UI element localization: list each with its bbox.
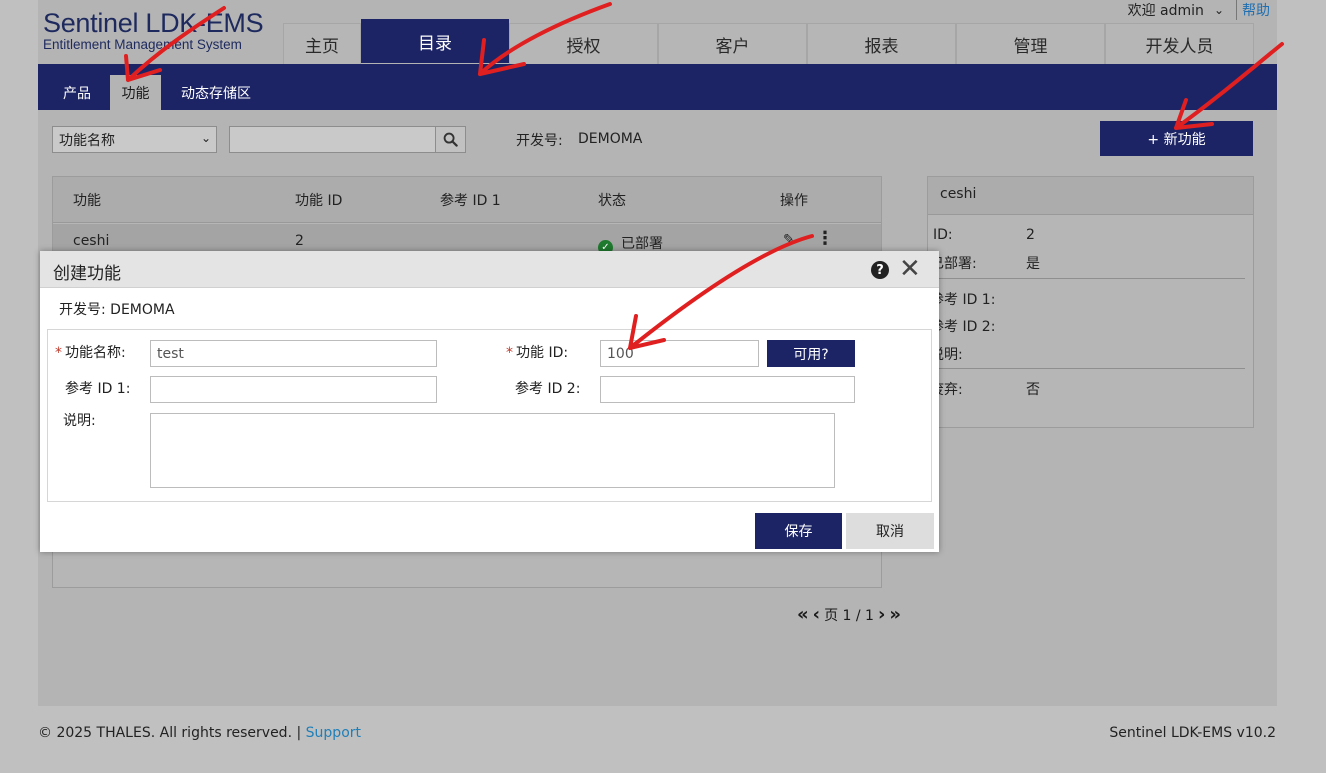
pagination: « ‹ 页 1 / 1 › » (797, 604, 901, 625)
help-icon[interactable]: ? (871, 261, 889, 279)
tab-home[interactable]: 主页 (283, 23, 361, 64)
search-icon (443, 132, 458, 147)
subnav-products[interactable]: 产品 (51, 75, 103, 110)
dialog-header (40, 251, 939, 288)
detail-label-ref2: 参考 ID 2: (930, 319, 996, 335)
tab-catalog[interactable]: 目录 (361, 19, 509, 63)
divider (932, 368, 1245, 369)
row-feature-name[interactable]: ceshi (73, 233, 109, 249)
subnav-features[interactable]: 功能 (110, 75, 161, 110)
search-input[interactable] (229, 126, 436, 153)
subnav-memory[interactable]: 动态存储区 (168, 75, 264, 110)
logo-subtitle: Entitlement Management System (43, 37, 242, 52)
vendor-label: 开发号: (516, 133, 563, 149)
footer-copyright: © 2025 THALES. All rights reserved. | Su… (38, 725, 361, 741)
help-link[interactable]: 帮助 (1236, 0, 1270, 20)
description-label: 说明: (63, 413, 96, 429)
detail-title: ceshi (940, 186, 977, 202)
column-header-feature[interactable]: 功能 (73, 190, 101, 210)
dialog-title: 创建功能 (53, 264, 121, 284)
required-marker: * (55, 345, 62, 361)
page: Sentinel LDK-EMS Entitlement Management … (0, 0, 1326, 773)
feature-name-label: * 功能名称: (55, 342, 126, 362)
feature-id-input[interactable]: 100 (600, 340, 759, 367)
new-feature-button[interactable]: + 新功能 (1100, 121, 1253, 156)
ref-id-2-input[interactable] (600, 376, 855, 403)
chevron-down-icon[interactable]: ⌄ (1214, 3, 1224, 17)
column-header-status[interactable]: 状态 (598, 190, 626, 210)
divider (932, 278, 1245, 279)
search-field-select[interactable]: 功能名称 ⌄ (52, 126, 217, 153)
feature-name-label-text: 功能名称: (65, 345, 126, 361)
more-options-icon[interactable]: ⋮ (816, 230, 834, 248)
row-status-text: 已部署 (621, 236, 663, 252)
detail-value-id: 2 (1026, 227, 1035, 243)
feature-id-label-text: 功能 ID: (516, 345, 569, 361)
user-area: 欢迎 admin ⌄ 帮助 (1128, 0, 1270, 20)
tab-reports[interactable]: 报表 (807, 23, 956, 64)
last-page-icon[interactable]: » (889, 604, 901, 625)
detail-label-id: ID: (933, 227, 953, 243)
row-feature-id: 2 (295, 233, 304, 249)
close-icon[interactable]: ✕ (899, 255, 921, 283)
vendor-value: DEMOMA (578, 131, 643, 147)
check-availability-button[interactable]: 可用? (767, 340, 855, 367)
feature-id-label: * 功能 ID: (506, 342, 568, 362)
tab-admin[interactable]: 管理 (956, 23, 1105, 64)
support-link[interactable]: Support (306, 725, 361, 741)
ref-id-2-label: 参考 ID 2: (515, 381, 581, 397)
next-page-icon[interactable]: › (878, 604, 885, 625)
footer-version: Sentinel LDK-EMS v10.2 (1109, 725, 1276, 741)
first-page-icon[interactable]: « (797, 604, 809, 625)
required-marker: * (506, 345, 513, 361)
welcome-user-menu[interactable]: 欢迎 admin (1128, 0, 1204, 20)
tab-customers[interactable]: 客户 (658, 23, 807, 64)
prev-page-icon[interactable]: ‹ (813, 604, 820, 625)
search-button[interactable] (435, 126, 466, 153)
chevron-down-icon: ⌄ (200, 131, 211, 145)
detail-header (928, 177, 1253, 215)
logo-title: Sentinel LDK-EMS (43, 8, 264, 38)
column-header-actions: 操作 (780, 193, 808, 209)
table-row[interactable] (53, 224, 881, 251)
tab-developers[interactable]: 开发人员 (1105, 23, 1254, 64)
tab-entitlements[interactable]: 授权 (509, 23, 658, 64)
dialog-vendor-code: 开发号: DEMOMA (59, 302, 175, 318)
detail-value-obsolete: 否 (1026, 382, 1040, 398)
create-feature-dialog: 创建功能 ? ✕ 开发号: DEMOMA * 功能名称: test * 功能 ID:… (40, 251, 939, 552)
description-textarea[interactable] (150, 413, 835, 488)
save-button[interactable]: 保存 (755, 513, 842, 549)
search-field-select-value: 功能名称 (59, 132, 115, 149)
main-tabs: 主页 目录 授权 客户 报表 管理 开发人员 (283, 19, 1254, 64)
ref-id-1-input[interactable] (150, 376, 437, 403)
cancel-button[interactable]: 取消 (846, 513, 934, 549)
page-indicator: 页 1 / 1 (824, 607, 874, 624)
feature-name-input[interactable]: test (150, 340, 437, 367)
column-header-ref-id-1[interactable]: 参考 ID 1 (440, 190, 501, 210)
copyright-text: © 2025 THALES. All rights reserved. | (38, 725, 302, 741)
edit-pencil-icon[interactable]: ✎ (783, 232, 795, 248)
detail-value-deployed: 是 (1026, 256, 1040, 272)
detail-label-ref1: 参考 ID 1: (930, 292, 996, 308)
column-header-feature-id[interactable]: 功能 ID (295, 190, 342, 210)
ref-id-1-label: 参考 ID 1: (65, 381, 131, 397)
